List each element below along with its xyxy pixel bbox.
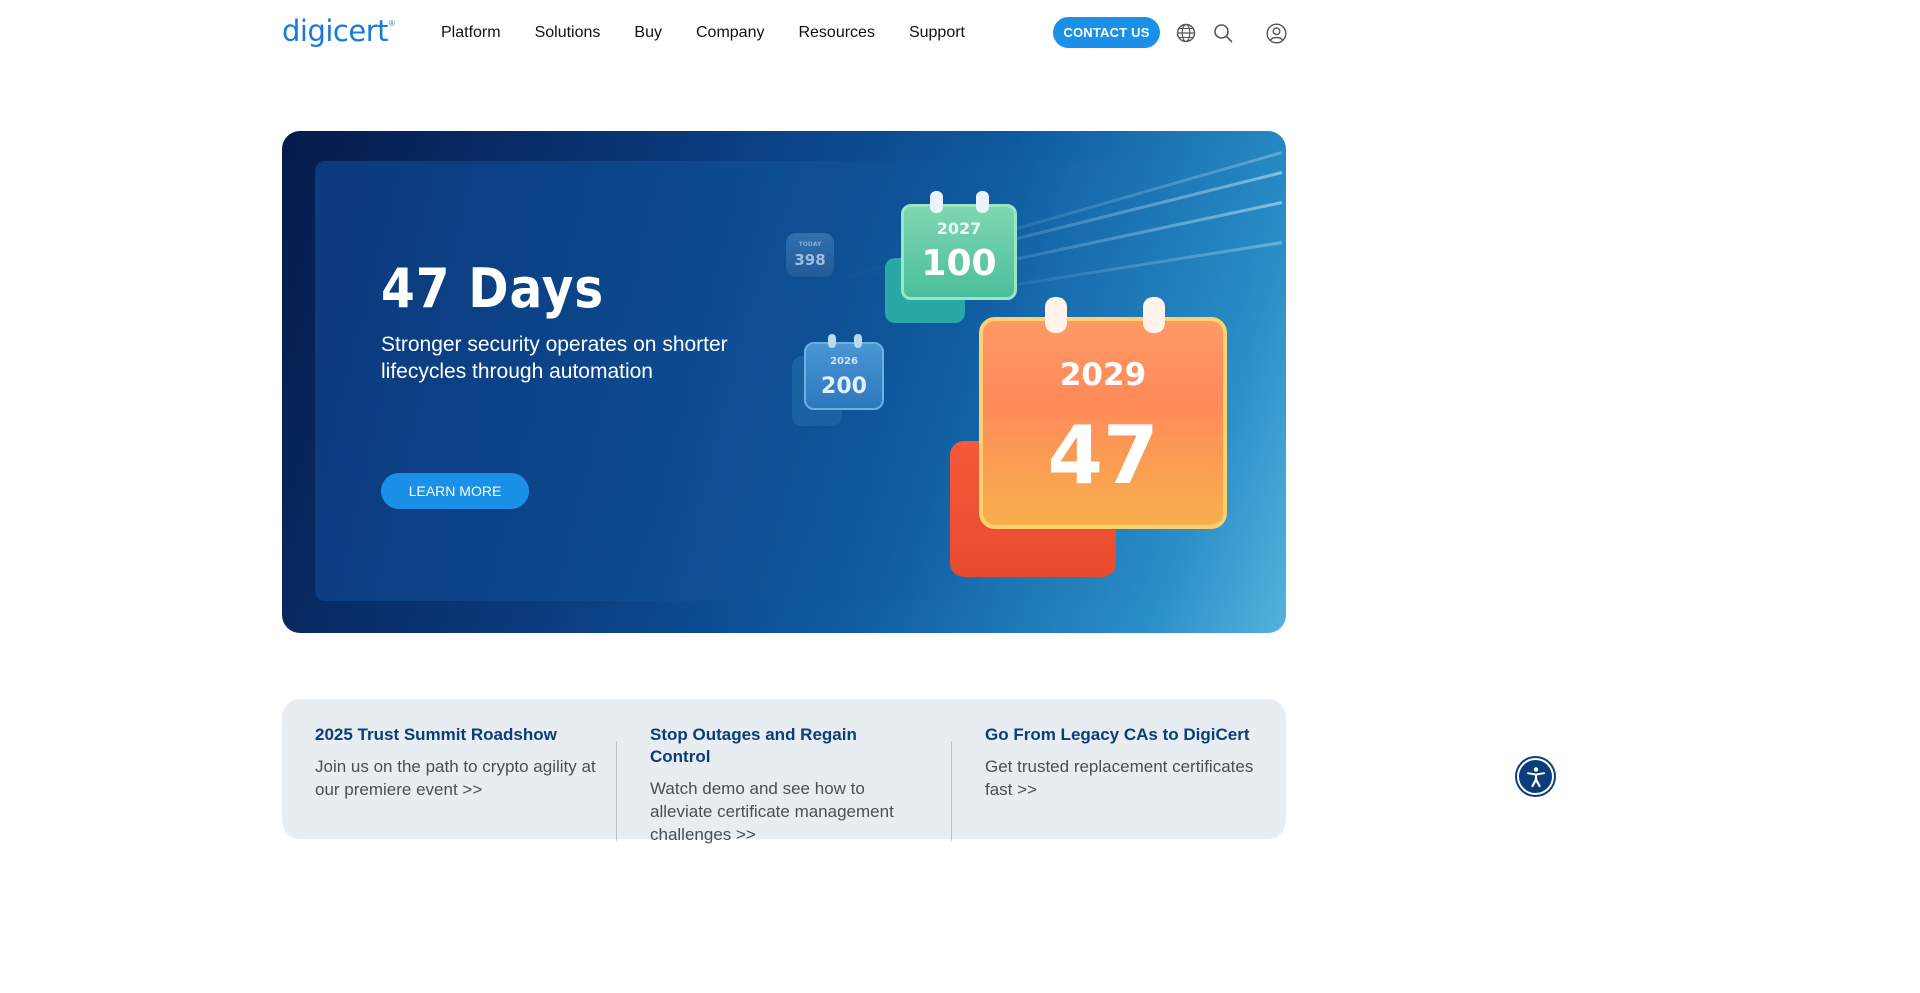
calendar-year: 2029 <box>1059 357 1147 393</box>
card-divider <box>616 741 617 841</box>
main-nav: Platform Solutions Buy Company Resources… <box>441 22 965 44</box>
accessibility-icon <box>1526 766 1545 787</box>
logo-registered-mark: ® <box>389 19 395 28</box>
card-divider <box>951 741 952 841</box>
calendar-ring <box>828 334 836 348</box>
calendar-year: 2026 <box>830 356 858 367</box>
nav-company[interactable]: Company <box>696 22 764 44</box>
calendar-ring <box>930 191 943 213</box>
nav-platform[interactable]: Platform <box>441 22 501 44</box>
globe-icon[interactable] <box>1175 22 1197 44</box>
promo-card-title[interactable]: Stop Outages and Regain Control <box>650 724 920 768</box>
user-account-icon[interactable] <box>1265 22 1287 44</box>
calendar-days: 200 <box>821 374 867 399</box>
calendar-year: TODAY <box>798 241 822 248</box>
promo-card-title[interactable]: 2025 Trust Summit Roadshow <box>315 724 605 746</box>
nav-buy[interactable]: Buy <box>634 22 662 44</box>
search-icon[interactable] <box>1212 22 1234 44</box>
calendar-days: 47 <box>1047 409 1159 502</box>
promo-card[interactable]: Go From Legacy CAs to DigiCert Get trust… <box>985 724 1265 801</box>
calendar-2027-graphic: 2027 100 <box>901 191 1017 300</box>
calendar-2026-graphic: 2026 200 <box>804 334 884 410</box>
calendar-year: 2027 <box>936 219 982 238</box>
nav-resources[interactable]: Resources <box>798 22 874 44</box>
nav-support[interactable]: Support <box>909 22 965 44</box>
promo-card-text[interactable]: Watch demo and see how to alleviate cert… <box>650 777 920 846</box>
promo-card-text[interactable]: Join us on the path to crypto agility at… <box>315 755 605 801</box>
contact-us-button[interactable]: CONTACT US <box>1053 17 1160 48</box>
calendar-ring <box>854 334 862 348</box>
site-header: digicert ® Platform Solutions Buy Compan… <box>0 0 1568 66</box>
logo-wordmark: digicert <box>282 14 389 48</box>
calendar-days: 398 <box>794 251 826 269</box>
nav-solutions[interactable]: Solutions <box>535 22 601 44</box>
calendar-today-graphic: TODAY 398 <box>786 233 834 277</box>
calendar-ring <box>1045 297 1067 333</box>
accessibility-button[interactable] <box>1517 758 1554 795</box>
calendar-days: 100 <box>921 243 997 284</box>
calendar-ring <box>1143 297 1165 333</box>
promo-card[interactable]: 2025 Trust Summit Roadshow Join us on th… <box>315 724 605 801</box>
promo-cards-strip: 2025 Trust Summit Roadshow Join us on th… <box>282 699 1286 844</box>
digicert-logo[interactable]: digicert ® <box>282 14 395 48</box>
hero-subtitle: Stronger security operates on shorter li… <box>381 333 728 383</box>
hero-banner: 47 Days Stronger security operates on sh… <box>282 131 1286 633</box>
calendar-ring <box>976 191 989 213</box>
hero-title: 47 Days <box>381 257 605 320</box>
promo-card[interactable]: Stop Outages and Regain Control Watch de… <box>650 724 920 846</box>
calendar-2029-graphic: 2029 47 <box>979 297 1227 529</box>
promo-card-text[interactable]: Get trusted replacement certificates fas… <box>985 755 1265 801</box>
promo-card-title[interactable]: Go From Legacy CAs to DigiCert <box>985 724 1265 746</box>
learn-more-button[interactable]: LEARN MORE <box>381 473 529 509</box>
